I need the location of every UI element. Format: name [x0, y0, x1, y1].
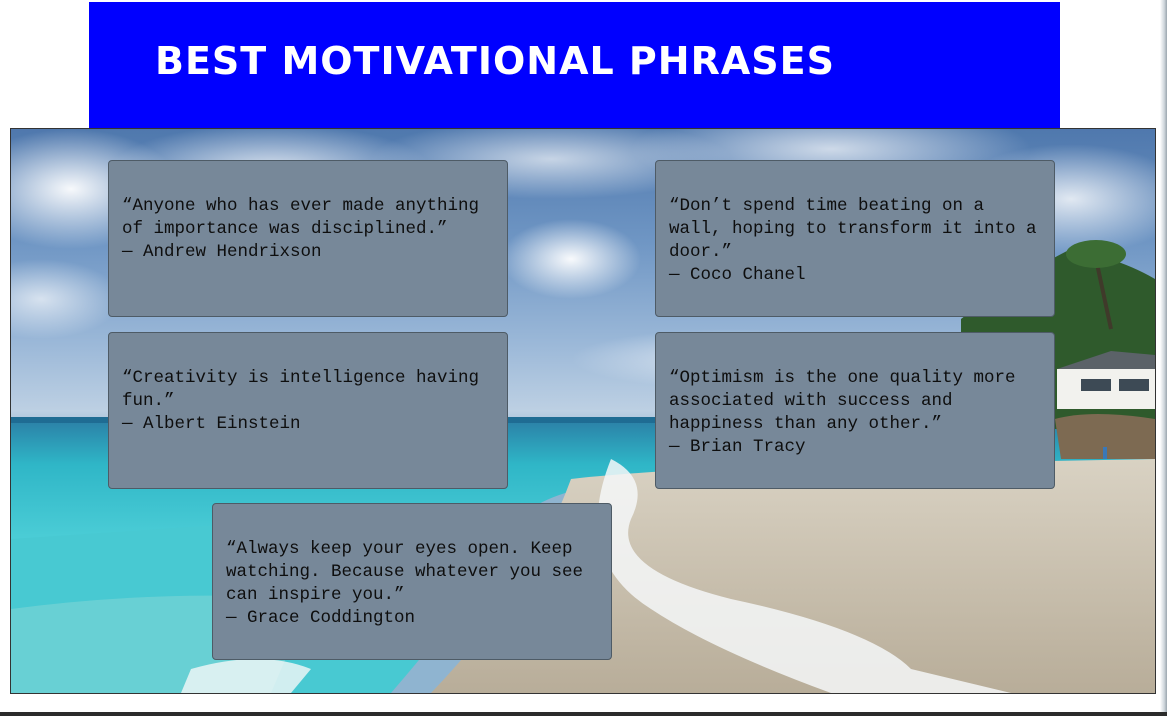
quote-author: — Albert Einstein — [122, 414, 301, 434]
quote-card: “Optimism is the one quality more associ… — [655, 332, 1055, 489]
quote-text: “Don’t spend time beating on a wall, hop… — [669, 196, 1048, 262]
window-edge — [1160, 0, 1167, 712]
quote-text: “Creativity is intelligence having fun.” — [122, 368, 490, 411]
quote-author: — Coco Chanel — [669, 265, 806, 285]
bottom-border — [0, 712, 1167, 716]
quote-author: — Brian Tracy — [669, 437, 806, 457]
page-title: BEST MOTIVATIONAL PHRASES — [155, 39, 835, 83]
slide-page: BEST MOTIVATIONAL PHRASES “Anyone who ha… — [0, 0, 1167, 716]
quote-card: “Always keep your eyes open. Keep watchi… — [212, 503, 612, 660]
quote-author: — Andrew Hendrixson — [122, 242, 322, 262]
quote-text: “Anyone who has ever made anything of im… — [122, 196, 490, 239]
header-banner: BEST MOTIVATIONAL PHRASES — [89, 2, 1060, 128]
quote-text: “Always keep your eyes open. Keep watchi… — [226, 539, 594, 605]
quote-author: — Grace Coddington — [226, 608, 416, 628]
quote-text: “Optimism is the one quality more associ… — [669, 368, 1027, 434]
quote-card: “Creativity is intelligence having fun.”… — [108, 332, 508, 489]
quote-card: “Anyone who has ever made anything of im… — [108, 160, 508, 317]
quote-card: “Don’t spend time beating on a wall, hop… — [655, 160, 1055, 317]
